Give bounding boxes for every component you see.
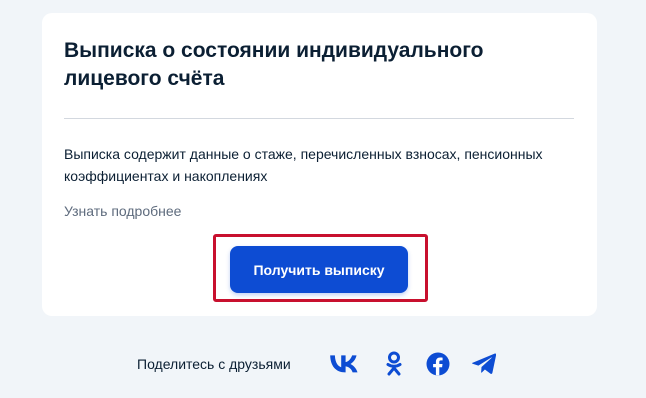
share-label: Поделитесь с друзьями [137,356,291,372]
card-title: Выписка о состоянии индивидуального лице… [64,39,484,90]
statement-card: Выписка о состоянии индивидуального лице… [42,13,597,316]
vk-icon[interactable] [330,350,358,378]
get-statement-button[interactable]: Получить выписку [230,246,408,293]
share-bar: Поделитесь с друзьями [0,348,646,380]
facebook-icon[interactable] [424,350,452,378]
telegram-icon[interactable] [470,350,498,378]
learn-more-link[interactable]: Узнать подробнее [64,201,181,221]
odnoklassniki-icon[interactable] [380,350,408,378]
divider [64,118,574,119]
card-description: Выписка содержит данные о стаже, перечис… [64,146,543,184]
